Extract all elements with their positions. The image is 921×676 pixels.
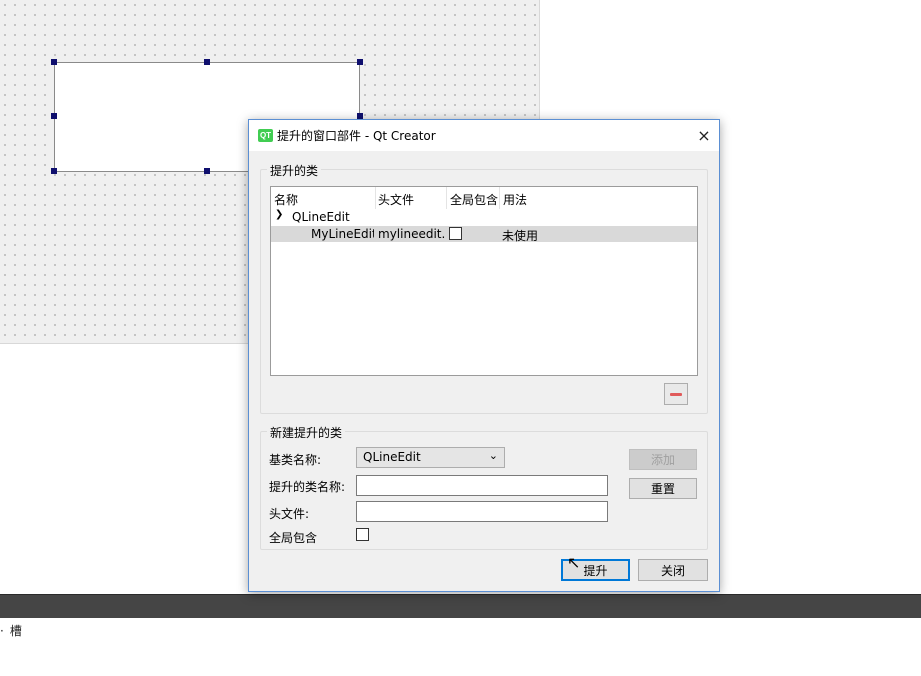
promoted-class-name-input[interactable]	[356, 475, 608, 496]
child-usage: 未使用	[502, 229, 539, 243]
close-button[interactable]: 关闭	[638, 559, 708, 581]
child-class-name: MyLineEdit	[311, 227, 374, 241]
mouse-cursor-icon: ↖	[567, 553, 581, 572]
resize-handle[interactable]	[51, 113, 57, 119]
column-header-usage[interactable]: 用法	[503, 191, 527, 208]
minus-icon	[670, 392, 682, 396]
resize-handle[interactable]	[51, 168, 57, 174]
column-header-file[interactable]: 头文件	[378, 191, 414, 208]
base-class-label: 基类名称:	[269, 453, 322, 467]
slot-text: 槽	[9, 624, 22, 638]
new-promoted-class-group: 新建提升的类 基类名称: QLineEdit ⌄ 提升的类名称: 头文件: 全局…	[260, 424, 708, 550]
truncated-glyph: ·	[0, 624, 4, 638]
column-header-global[interactable]: 全局包含	[450, 191, 498, 208]
parent-class-name: QLineEdit	[292, 210, 350, 224]
dialog-titlebar[interactable]: QT 提升的窗口部件 - Qt Creator ×	[249, 120, 719, 151]
base-class-select[interactable]: QLineEdit ⌄	[356, 447, 505, 468]
global-include-checkbox[interactable]	[449, 227, 462, 240]
new-promoted-class-title: 新建提升的类	[267, 424, 346, 441]
signal-slot-label: · 槽	[0, 622, 22, 639]
add-button[interactable]: 添加	[629, 449, 697, 470]
chevron-down-icon[interactable]: ❯	[275, 209, 283, 220]
header-file-label: 头文件:	[269, 507, 310, 521]
tree-row-child[interactable]: MyLineEdit mylineedit.h 未使用	[271, 226, 697, 243]
close-icon[interactable]: ×	[689, 120, 719, 151]
reset-button[interactable]: 重置	[629, 478, 697, 499]
base-class-value: QLineEdit	[363, 450, 421, 464]
qt-creator-icon: QT	[258, 129, 273, 142]
column-separator[interactable]	[375, 187, 376, 209]
resize-handle[interactable]	[357, 59, 363, 65]
resize-handle[interactable]	[204, 168, 210, 174]
promoted-class-name-label: 提升的类名称:	[269, 480, 346, 494]
bottom-panel-bar	[0, 594, 921, 618]
column-separator[interactable]	[446, 187, 447, 209]
promoted-widgets-dialog: QT 提升的窗口部件 - Qt Creator × 提升的类 名称 头文件 全局…	[248, 119, 720, 592]
child-header-file: mylineedit.h	[378, 227, 445, 241]
resize-handle[interactable]	[204, 59, 210, 65]
dialog-title: 提升的窗口部件 - Qt Creator	[277, 129, 436, 143]
global-include-checkbox-new[interactable]	[356, 528, 369, 541]
global-include-label: 全局包含	[269, 531, 318, 545]
header-file-input[interactable]	[356, 501, 608, 522]
promoted-classes-group: 提升的类 名称 头文件 全局包含 用法 ❯ QLineEdit MyLineEd…	[260, 162, 708, 414]
column-header-name[interactable]: 名称	[274, 191, 298, 208]
column-separator[interactable]	[499, 187, 500, 209]
promoted-classes-title: 提升的类	[267, 162, 322, 179]
resize-handle[interactable]	[51, 59, 57, 65]
tree-header: 名称 头文件 全局包含 用法	[271, 187, 697, 209]
promoted-classes-tree[interactable]: 名称 头文件 全局包含 用法 ❯ QLineEdit MyLineEdit my…	[270, 186, 698, 376]
remove-class-button[interactable]	[664, 383, 688, 405]
tree-row-parent[interactable]: ❯ QLineEdit	[271, 209, 697, 225]
chevron-down-icon: ⌄	[488, 449, 498, 462]
